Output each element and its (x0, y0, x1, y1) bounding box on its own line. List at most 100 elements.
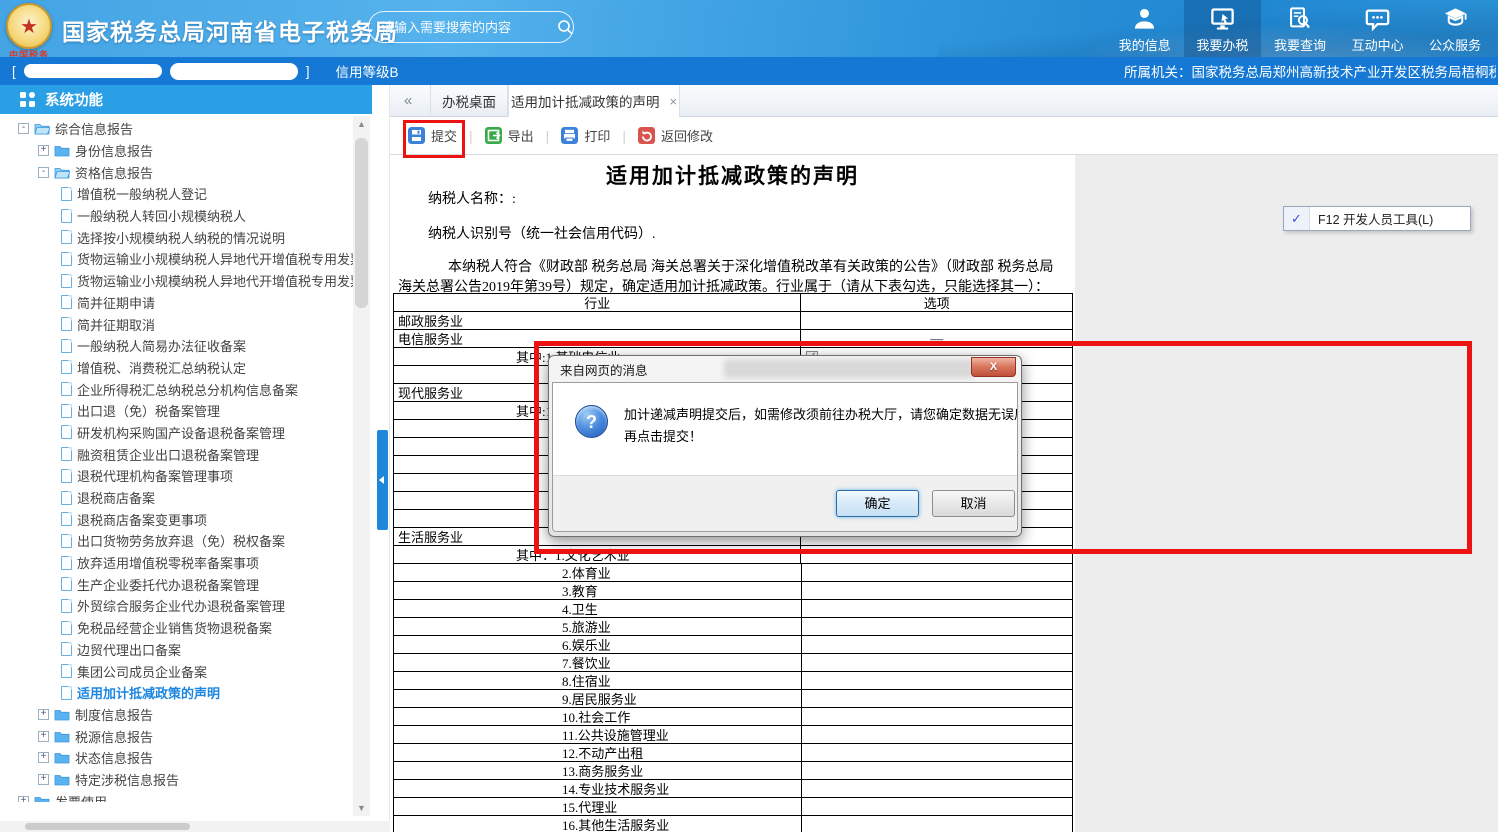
menu-item-label: F12 开发人员工具(L) (1318, 209, 1433, 228)
industry-cell: 8.住宿业 (394, 672, 802, 689)
tree-folder[interactable]: +税源信息报告 (0, 725, 354, 747)
tree-item[interactable]: 免税品经营企业销售货物退税备案 (0, 617, 354, 639)
option-cell[interactable] (802, 816, 1072, 832)
tab-declaration[interactable]: 适用加计抵减政策的声明 × (508, 85, 680, 117)
tree-folder[interactable]: +状态信息报告 (0, 747, 354, 769)
tree-item-label: 外贸综合服务企业代办退税备案管理 (77, 596, 285, 615)
tree-item[interactable]: 融资租赁企业出口退税备案管理 (0, 443, 354, 465)
export-button[interactable]: 导出 (485, 126, 534, 145)
tabs-collapse-icon[interactable]: « (404, 92, 412, 109)
scrollbar-thumb[interactable] (25, 823, 190, 830)
tree-item[interactable]: 集团公司成员企业备案 (0, 660, 354, 682)
tree-item[interactable]: 选择按小规模纳税人纳税的情况说明 (0, 226, 354, 248)
sidebar-horizontal-scrollbar[interactable] (0, 821, 390, 832)
tree-item[interactable]: 放弃适用增值税零税率备案事项 (0, 552, 354, 574)
folder-icon (54, 773, 70, 786)
expand-toggle-icon[interactable]: + (38, 709, 49, 720)
tree-item-label: 研发机构采购国产设备退税备案管理 (77, 423, 285, 442)
chat-icon (1364, 5, 1391, 32)
nav-item-2[interactable]: 我要办税 (1184, 0, 1262, 57)
option-cell[interactable] (802, 618, 1072, 635)
expand-toggle-icon[interactable]: + (18, 796, 29, 802)
option-cell[interactable] (802, 672, 1072, 689)
option-cell[interactable]: — (801, 330, 1072, 347)
expand-toggle-icon[interactable]: + (38, 774, 49, 785)
option-cell[interactable] (802, 654, 1072, 671)
nav-item-1[interactable]: 我的信息 (1106, 0, 1184, 57)
tree-folder[interactable]: +发票使用 (0, 790, 354, 802)
option-cell[interactable] (802, 780, 1072, 797)
expand-toggle-icon[interactable]: + (38, 145, 49, 156)
tree-item[interactable]: 简并征期申请 (0, 292, 354, 314)
document-icon (61, 404, 72, 418)
tree-item[interactable]: 简并征期取消 (0, 313, 354, 335)
tree-item[interactable]: 退税商店备案变更事项 (0, 508, 354, 530)
tree-item[interactable]: 增值税、消费税汇总纳税认定 (0, 357, 354, 379)
expand-toggle-icon[interactable]: + (38, 752, 49, 763)
tree-item[interactable]: 出口退（免）税备案管理 (0, 400, 354, 422)
header-search[interactable] (368, 11, 574, 43)
tree-item-label: 综合信息报告 (55, 119, 133, 138)
tree-item[interactable]: 一般纳税人简易办法征收备案 (0, 335, 354, 357)
option-cell[interactable] (802, 582, 1072, 599)
nav-item-4[interactable]: 互动中心 (1339, 0, 1417, 57)
option-cell[interactable] (802, 636, 1072, 653)
collapse-toggle-icon[interactable]: - (18, 123, 29, 134)
tree-item[interactable]: 企业所得税汇总纳税总分机构信息备案 (0, 378, 354, 400)
tree-item[interactable]: 出口货物劳务放弃退（免）税权备案 (0, 530, 354, 552)
option-cell[interactable] (802, 726, 1072, 743)
tree-item[interactable]: 边贸代理出口备案 (0, 639, 354, 661)
tree-folder[interactable]: - 综合信息报告 (0, 118, 354, 140)
option-cell[interactable] (802, 600, 1072, 617)
tree-item[interactable]: 退税代理机构备案管理事项 (0, 465, 354, 487)
panel-collapse-handle[interactable] (377, 430, 388, 530)
option-cell[interactable] (802, 762, 1072, 779)
dialog-close-button[interactable]: X (971, 357, 1016, 377)
sidebar-vertical-scrollbar[interactable]: ▲ ▼ (353, 116, 370, 816)
tree-folder[interactable]: -资格信息报告 (0, 161, 354, 183)
search-input[interactable] (381, 20, 557, 35)
scrollbar-thumb[interactable] (355, 138, 368, 308)
document-icon (61, 339, 72, 353)
return-button[interactable]: 返回修改 (638, 126, 713, 145)
option-cell[interactable] (802, 708, 1072, 725)
tree-folder[interactable]: +制度信息报告 (0, 704, 354, 726)
scroll-down-icon[interactable]: ▼ (353, 800, 370, 816)
tree-folder[interactable]: +特定涉税信息报告 (0, 769, 354, 791)
table-row: 13.商务服务业 (394, 762, 1072, 780)
option-cell[interactable] (801, 312, 1072, 329)
print-button[interactable]: 打印 (561, 126, 610, 145)
collapse-toggle-icon[interactable]: - (38, 167, 49, 178)
tab-close-icon[interactable]: × (669, 94, 677, 109)
ok-button[interactable]: 确定 (836, 490, 919, 517)
scroll-up-icon[interactable]: ▲ (353, 116, 370, 132)
tree-item[interactable]: 外贸综合服务企业代办退税备案管理 (0, 595, 354, 617)
tree-item[interactable]: 退税商店备案 (0, 487, 354, 509)
tree-item[interactable]: 生产企业委托代办退税备案管理 (0, 573, 354, 595)
tree-item[interactable]: 适用加计抵减政策的声明 (0, 682, 354, 704)
option-cell[interactable] (801, 546, 1072, 563)
option-cell[interactable] (802, 690, 1072, 707)
option-cell[interactable] (802, 744, 1072, 761)
document-icon (61, 274, 72, 288)
tree-item[interactable]: 货物运输业小规模纳税人异地代开增值税专用发票备案 (0, 248, 354, 270)
tree-item[interactable]: 增值税一般纳税人登记 (0, 183, 354, 205)
document-icon (61, 599, 72, 613)
tree-item[interactable]: 研发机构采购国产设备退税备案管理 (0, 422, 354, 444)
cancel-button[interactable]: 取消 (932, 490, 1015, 517)
document-icon (61, 252, 72, 266)
tree-item[interactable]: 一般纳税人转回小规模纳税人 (0, 205, 354, 227)
tab-desktop[interactable]: 办税桌面 (430, 85, 508, 117)
expand-toggle-icon[interactable]: + (38, 731, 49, 742)
tree-folder[interactable]: +身份信息报告 (0, 140, 354, 162)
sidebar-title: 系统功能 (45, 89, 103, 110)
nav-item-5[interactable]: 公众服务 (1416, 0, 1494, 57)
nav-item-3[interactable]: 我要查询 (1261, 0, 1339, 57)
search-icon[interactable] (557, 19, 573, 35)
context-menu-item-f12[interactable]: ✓ F12 开发人员工具(L) (1283, 206, 1471, 231)
header-nav: 我的信息我要办税我要查询互动中心公众服务 (1106, 0, 1494, 57)
option-cell[interactable] (802, 564, 1072, 581)
submit-button[interactable]: 提交 (408, 126, 457, 145)
tree-item[interactable]: 货物运输业小规模纳税人异地代开增值税专用发票备案 (0, 270, 354, 292)
option-cell[interactable] (802, 798, 1072, 815)
